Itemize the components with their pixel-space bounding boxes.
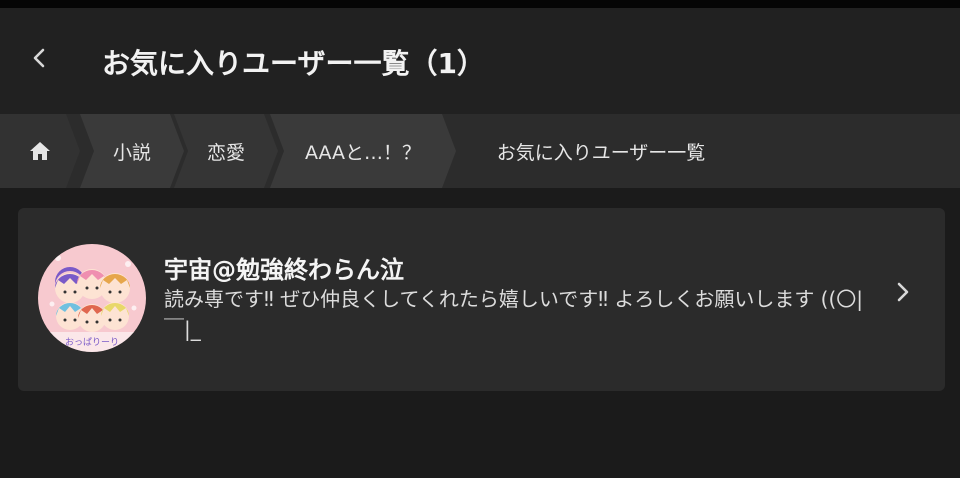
breadcrumb-label: 恋愛 [206,141,245,164]
breadcrumb-home[interactable] [0,114,80,188]
app-header: お気に入りユーザー一覧（1） [0,8,960,114]
user-name: 宇宙@勉強終わらん泣 [164,256,404,284]
chevron-left-icon [33,48,45,68]
breadcrumb-item-work[interactable]: AAAと…！？ [270,114,456,188]
svg-text:おっぱりーり: おっぱりーり [65,337,119,348]
page-title: お気に入りユーザー一覧（1） [102,47,485,80]
breadcrumb-label: AAAと…！？ [304,141,422,164]
avatar: おっぱりーり [38,244,146,352]
home-icon [28,139,52,163]
breadcrumb-item-current: お気に入りユーザー一覧 [456,114,746,188]
breadcrumb-label: 小説 [112,141,151,164]
user-bio: 読み専です‼ ぜひ仲良くしてくれたら嬉しいです‼ よろしくお願いします ((〇|… [164,287,864,341]
breadcrumb: 小説 恋愛 AAAと…！？ お気に入りユーザー一覧 [0,114,960,188]
breadcrumb-item-romance[interactable]: 恋愛 [174,114,278,188]
breadcrumb-label: お気に入りユーザー一覧 [496,141,706,164]
user-card[interactable]: おっぱりーり 宇宙@勉強終わらん泣 読み専です‼ ぜひ仲良くしてくれたら嬉しいで… [18,208,945,391]
back-button[interactable] [18,36,62,80]
chevron-right-icon [897,282,909,302]
status-bar [0,0,960,8]
breadcrumb-item-novel[interactable]: 小説 [80,114,184,188]
